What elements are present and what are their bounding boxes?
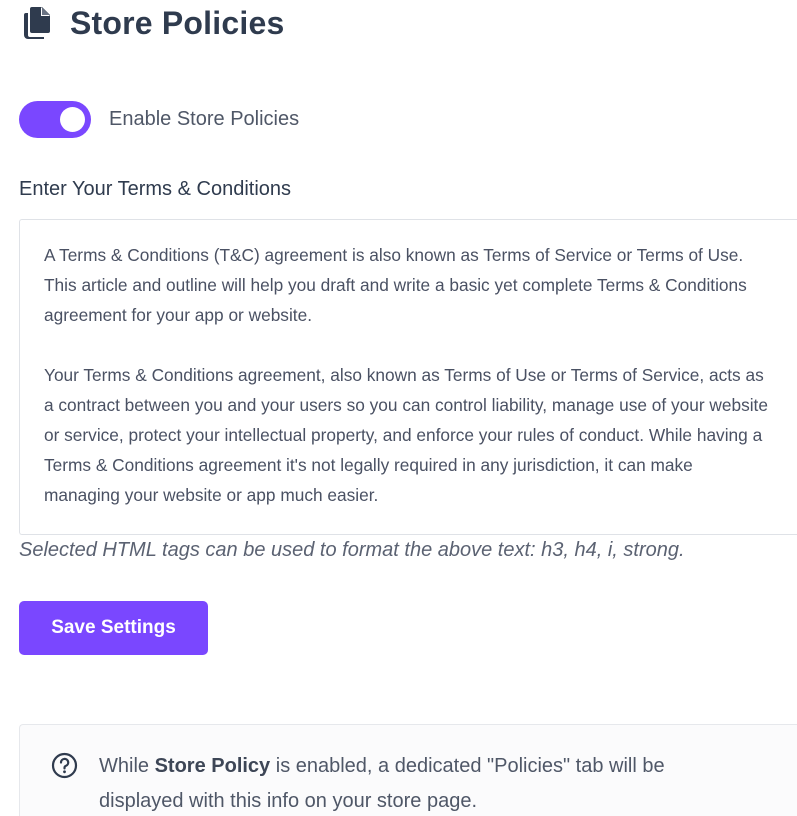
store-policies-page: Store Policies Enable Store Policies Ent… <box>0 0 797 816</box>
terms-paragraph: Your Terms & Conditions agreement, also … <box>44 365 768 505</box>
copy-document-icon <box>22 6 52 40</box>
html-tags-hint: Selected HTML tags can be used to format… <box>19 539 685 561</box>
info-text-bold: Store Policy <box>154 755 271 777</box>
toggle-knob <box>60 107 85 132</box>
enable-store-policies-toggle[interactable] <box>19 101 91 138</box>
policy-info-notice: While Store Policy is enabled, a dedicat… <box>19 724 797 816</box>
toggle-label: Enable Store Policies <box>109 108 300 130</box>
enable-policies-row: Enable Store Policies <box>19 101 299 138</box>
page-header: Store Policies <box>22 0 284 46</box>
terms-textarea[interactable]: A Terms & Conditions (T&C) agreement is … <box>19 219 797 535</box>
question-circle-icon <box>51 752 78 779</box>
info-text: While Store Policy is enabled, a dedicat… <box>99 749 739 816</box>
info-text-before: While <box>99 755 155 777</box>
save-settings-button[interactable]: Save Settings <box>19 601 208 655</box>
terms-paragraph: A Terms & Conditions (T&C) agreement is … <box>44 245 747 325</box>
page-title: Store Policies <box>70 4 285 41</box>
terms-label: Enter Your Terms & Conditions <box>19 178 292 200</box>
